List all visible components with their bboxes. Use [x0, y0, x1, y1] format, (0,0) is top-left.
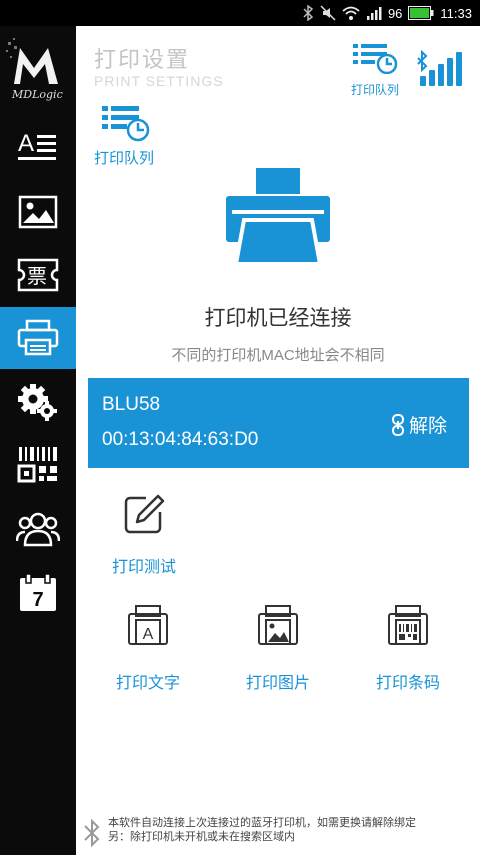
gears-icon [18, 384, 57, 421]
bluetooth-signal-indicator [416, 49, 464, 90]
printer-connected-text: 打印机已经连接 [204, 307, 352, 330]
sidebar-item-image[interactable] [0, 181, 76, 243]
print-queue-icon [353, 44, 398, 75]
connected-device-card: BLU58 00:13:04:84:63:D0 解除 [88, 378, 469, 468]
bluetooth-icon [84, 818, 100, 848]
footer-text: 本软件自动连接上次连接过的蓝牙打印机，如需更换请解除绑定 另：除打印机未开机或未… [108, 816, 468, 844]
print-image-icon [258, 605, 298, 645]
status-bar: 96 11:33 [0, 0, 480, 26]
print-image-label: 打印图片 [245, 675, 310, 692]
svg-text:MDLogic: MDLogic [11, 88, 63, 101]
calendar-icon: 7 [20, 573, 56, 611]
page-subtitle: PRINT SETTINGS [94, 73, 224, 89]
signal-icon [366, 7, 382, 20]
print-test-label: 打印测试 [111, 559, 176, 576]
page-title: 打印设置 [94, 47, 191, 72]
sidebar-item-printer[interactable] [0, 307, 76, 369]
battery-icon [408, 6, 434, 20]
print-barcode-label: 打印条码 [375, 675, 440, 692]
device-name: BLU58 [102, 394, 161, 415]
edit-icon [124, 494, 165, 534]
footer-note: 本软件自动连接上次连接过的蓝牙打印机，如需更换请解除绑定 另：除打印机未开机或未… [76, 816, 480, 852]
sidebar-item-calendar[interactable]: 7 [0, 562, 76, 624]
print-queue-label: 打印队列 [93, 150, 154, 167]
print-text-icon: A [128, 605, 168, 645]
print-queue-button[interactable]: 打印队列 [88, 104, 160, 168]
sidebar-item-settings[interactable] [0, 371, 76, 433]
footer-line-1: 本软件自动连接上次连接过的蓝牙打印机，如需更换请解除绑定 [108, 817, 416, 829]
link-icon [391, 413, 404, 436]
print-queue-button-top[interactable]: 打印队列 [348, 42, 402, 102]
print-barcode-icon [388, 605, 428, 645]
ticket-icon: 票 [17, 258, 59, 292]
mute-icon [320, 5, 336, 21]
bluetooth-icon [303, 5, 314, 21]
users-icon [16, 512, 60, 547]
sidebar: MDLogic A 票 7 [0, 26, 76, 855]
app-logo: MDLogic [4, 34, 72, 124]
svg-text:7: 7 [32, 589, 43, 611]
footer-line-2: 另：除打印机未开机或未在搜索区域内 [108, 831, 295, 843]
text-align-icon: A [18, 130, 56, 160]
barcode-qr-icon [17, 447, 57, 483]
mac-note: 不同的打印机MAC地址会不相同 [171, 347, 385, 364]
svg-text:A: A [143, 626, 154, 643]
main-content: 打印设置 PRINT SETTINGS 打印队列 打印队列 打印机已经连接 不同… [76, 26, 480, 855]
sidebar-item-barcode[interactable] [0, 434, 76, 496]
print-image-button[interactable]: 打印图片 [238, 604, 318, 693]
printer-icon [17, 319, 59, 356]
unbind-button[interactable]: 解除 [391, 411, 447, 438]
print-text-label: 打印文字 [115, 675, 180, 692]
bluetooth-signal-icon [417, 49, 462, 86]
print-text-button[interactable]: A 打印文字 [108, 604, 188, 693]
sidebar-item-users[interactable] [0, 498, 76, 560]
sidebar-item-text[interactable]: A [0, 116, 76, 178]
status-icons: 96 11:33 [302, 3, 472, 23]
svg-text:A: A [18, 130, 34, 157]
svg-text:票: 票 [27, 264, 47, 288]
wifi-icon [342, 6, 360, 20]
sidebar-item-ticket[interactable]: 票 [0, 244, 76, 306]
unbind-label: 解除 [408, 416, 447, 437]
print-barcode-button[interactable]: 打印条码 [368, 604, 448, 693]
image-icon [18, 195, 58, 229]
battery-percent: 96 [387, 5, 403, 21]
printer-illustration [222, 166, 334, 266]
print-queue-icon [102, 106, 150, 142]
print-test-button[interactable]: 打印测试 [104, 492, 184, 577]
printer-large-icon [226, 168, 330, 266]
device-mac: 00:13:04:84:63:D0 [102, 429, 259, 450]
print-queue-label-top: 打印队列 [350, 83, 399, 97]
clock: 11:33 [440, 5, 472, 21]
